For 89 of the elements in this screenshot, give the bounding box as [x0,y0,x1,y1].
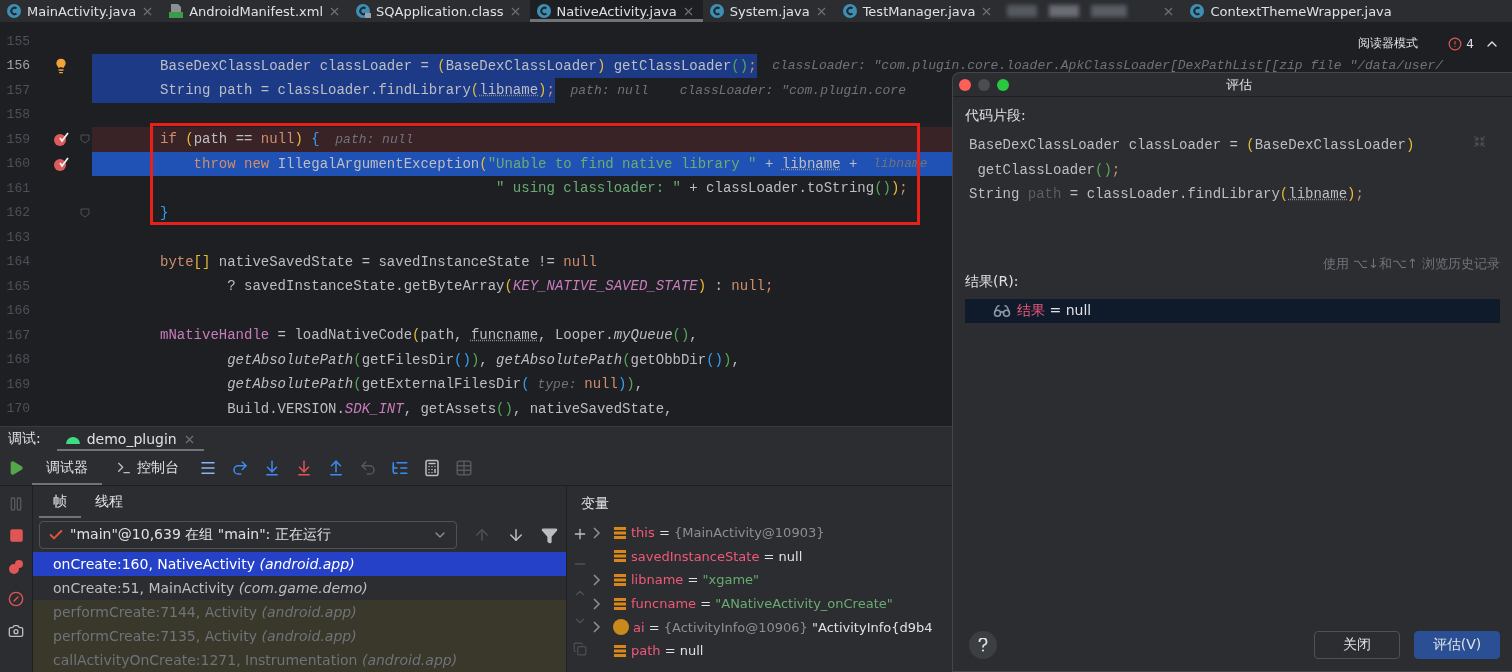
code-line: ? savedInstanceState.getByteArray(KEY_NATIVE_SAVED_STATE) : null; [226,277,774,297]
locked-class-icon [355,3,371,19]
stack-frame[interactable]: onCreate:160, NativeActivity (android.app) [33,552,566,576]
inline-hint: classLoader: "com.plugin.core.loader.ApkClassLoader[DexPathList[[zip file "/data/user/ [771,58,1444,74]
code-line: " using classloader: " + classLoader.toString()); [495,179,908,199]
variable-entry[interactable]: savedInstanceState = null [631,548,803,564]
code-line: } [159,203,169,223]
thread-dropdown[interactable]: "main"@10,639 在组 "main": 正在运行 [39,521,457,550]
chevron-right-icon[interactable] [593,597,601,610]
resume-icon[interactable] [8,460,24,476]
variable-entry[interactable]: libname = "xgame" [631,572,760,588]
question-mark-icon [978,638,988,652]
code-line: mNativeHandle = loadNativeCode(path, funcname, Looper.myQueue(), [159,326,698,346]
stack-frame[interactable]: onCreate:51, MainActivity (com.game.demo) [33,576,566,600]
result-label: 结果(R): [965,273,1019,291]
console-icon [116,460,132,476]
manifest-file-icon [168,3,185,19]
code-line: throw new IllegalArgumentException("Unable to find native library " + libname + [192,154,858,174]
field-icon [613,596,627,611]
file-tab[interactable]: AndroidManifest.xml [162,0,349,22]
panel-tab[interactable]: 帧 [39,486,81,519]
reader-mode-link[interactable]: 阅读器模式 [1358,35,1419,52]
inline-hint: path: null classLoader: "com.plugin.core [569,82,906,98]
class-icon [708,3,725,19]
inline-hint: path: null [334,131,414,147]
code-line: byte[] nativeSavedState = savedInstanceState != null [159,252,597,272]
code-line: getAbsolutePath(getFilesDir()), getAbsolutePath(getObbDir()), [226,350,740,370]
code-line: if (path == null) { [159,130,320,150]
class-icon [841,3,858,19]
arrow-down-line-icon[interactable] [295,459,313,477]
slashed-circle-icon[interactable] [8,591,24,607]
field-icon [613,549,627,564]
variable-entry[interactable]: this = {MainActivity@10903} [631,525,825,541]
evaluate-button[interactable]: 评估(V) [1414,631,1500,659]
code-line: Build.VERSION.SDK_INT, getAssets(), nativeSavedState, [226,399,673,419]
camera-icon[interactable] [8,623,24,639]
chevron-right-icon[interactable] [593,621,601,634]
menu-icon[interactable] [199,459,217,477]
breakpoint-check-icon[interactable] [53,131,69,148]
help-button[interactable] [969,631,997,659]
result-row[interactable]: 结果 = null [965,299,1500,323]
file-tab[interactable]: NativeActivity.java [529,0,703,22]
zoom-window-icon[interactable] [997,78,1009,91]
curved-arrow-icon[interactable] [359,459,377,477]
debug-label: 调试: [8,430,41,448]
field-icon [613,573,627,587]
variable-entry[interactable]: ai = {ActivityInfo@10906} "ActivityInfo{d9b4 [633,619,933,635]
class-icon [6,3,22,19]
class-icon [1189,3,1206,19]
file-tab[interactable]: MainActivity.java [0,0,163,22]
arrow-up-line-icon[interactable] [327,459,345,477]
stop-icon[interactable] [8,528,24,543]
pause-icon[interactable] [8,496,24,512]
file-tab[interactable]: ContextThemeWrapper.java [1183,0,1400,22]
file-tab[interactable]: SQApplication.class [349,0,530,22]
glasses-icon [993,302,1011,320]
debugger-tab[interactable]: 控制台 [102,451,193,485]
chevron-right-icon[interactable] [593,526,601,539]
close-window-icon[interactable] [959,78,971,91]
file-tab[interactable]: System.java [702,0,836,22]
chevron-right-icon[interactable] [593,574,601,586]
breakpoints-icon[interactable] [8,559,24,575]
error-count: 4 [1466,36,1474,51]
debugger-tab[interactable]: 调试器 [32,451,102,485]
field-icon [613,525,627,540]
field-icon [613,643,627,658]
variable-entry[interactable]: funcname = "ANativeActivity_onCreate" [631,596,893,612]
curved-arrow-icon[interactable] [231,459,249,477]
lightbulb-icon[interactable] [53,57,69,74]
breakpoint-check-icon[interactable] [53,155,69,172]
code-line: getAbsolutePath(getExternalFilesDir( type: null)), [226,375,644,395]
panel-tab[interactable]: 线程 [81,486,137,519]
calculator-icon[interactable] [423,459,441,477]
class-icon [535,3,552,19]
session-tab[interactable]: demo_plugin [56,427,204,451]
snippet-label: 代码片段: [965,107,1026,125]
history-hint: 使用 ⌥↓和⌥↑ 浏览历史记录 [1323,255,1500,273]
parameter-icon [613,619,629,636]
plus-icon[interactable] [572,526,588,542]
file-tab[interactable]: TestManager.java [835,0,1002,22]
filter-icon[interactable] [541,526,558,544]
table-icon[interactable] [455,459,473,477]
arrow-down-line-icon[interactable] [263,459,281,477]
close-button[interactable]: 关闭 [1314,631,1400,659]
line-number: 156 [5,57,31,76]
dialog-title: 评估 [1225,75,1253,94]
variables-title: 变量 [580,494,609,513]
variable-entry[interactable]: path = null [631,643,704,659]
error-icon[interactable] [1448,36,1463,51]
